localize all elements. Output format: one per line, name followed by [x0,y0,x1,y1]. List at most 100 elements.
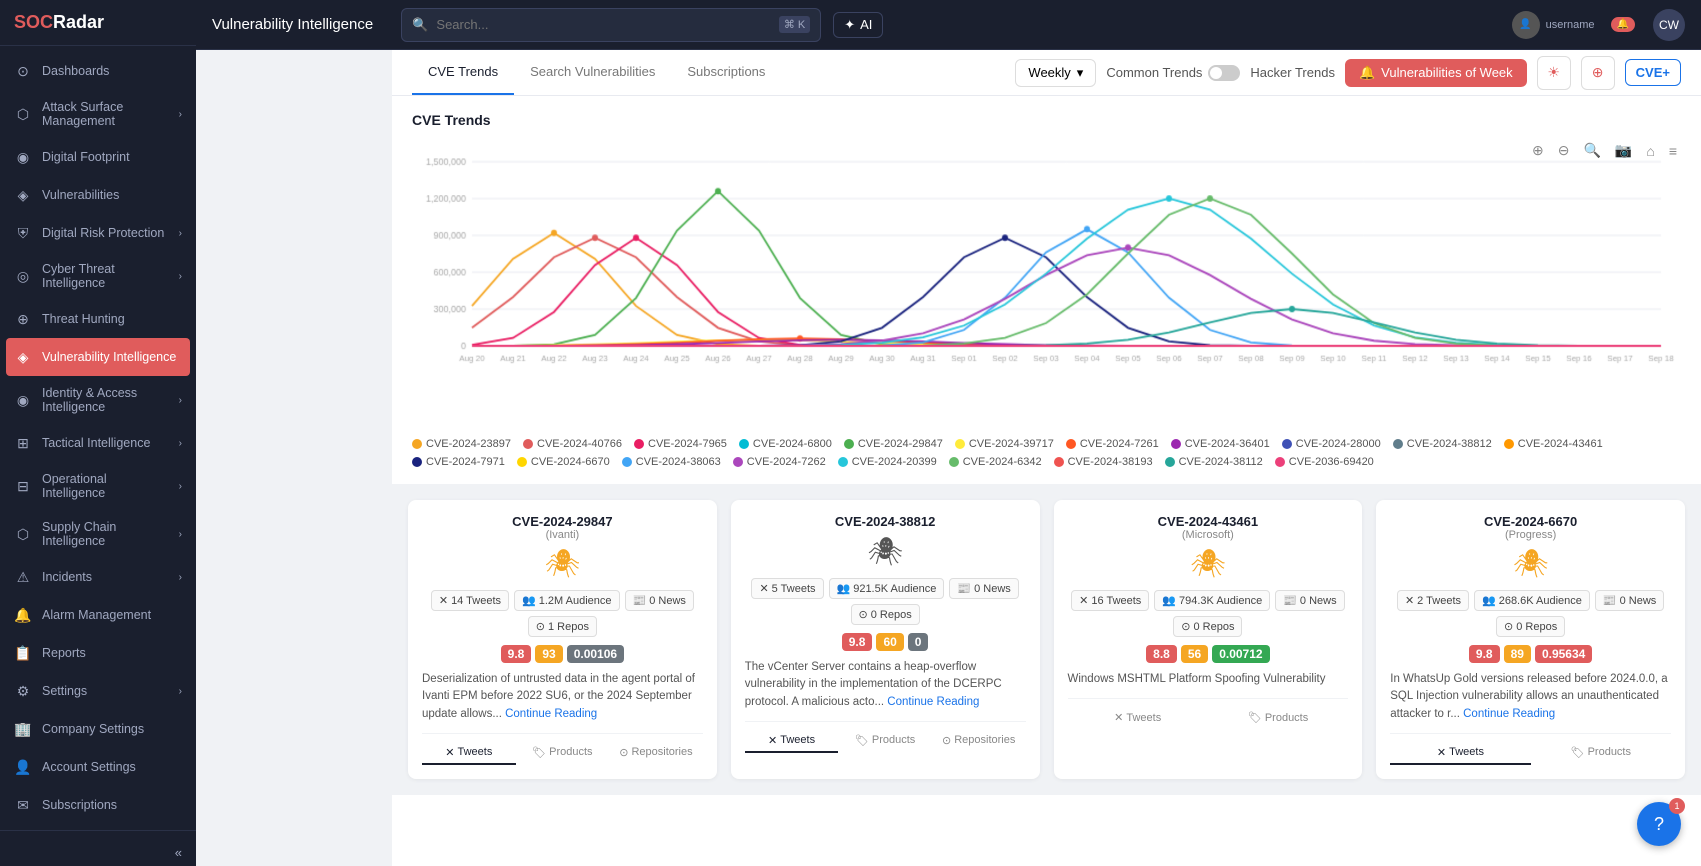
user-display[interactable]: 👤 username [1512,11,1595,39]
tab-search-vulns[interactable]: Search Vulnerabilities [514,50,671,95]
sidebar-item-vuln-intel[interactable]: ◈ Vulnerability Intelligence [6,338,190,376]
menu-btn[interactable]: ≡ [1665,140,1681,161]
legend-dot [1504,439,1514,449]
legend-item-CVE-2024-6342: CVE-2024-6342 [949,456,1042,468]
sidebar-collapse-btn[interactable]: « [0,839,196,866]
github-icon: ⊙ [859,608,868,621]
legend-dot [1165,457,1175,467]
sun-icon-button[interactable]: ☀ [1537,56,1571,90]
tab-subscriptions[interactable]: Subscriptions [671,50,781,95]
legend-dot [634,439,644,449]
search-input[interactable] [436,17,770,32]
footer-tab-tweets[interactable]: ✕ Tweets [1390,742,1530,765]
audience-badge: 👥 794.3K Audience [1154,590,1270,611]
zoom-select-btn[interactable]: 🔍 [1579,140,1604,161]
sidebar-item-threat-hunting[interactable]: ⊕ Threat Hunting [0,300,196,338]
people-icon: 👥 [1162,594,1176,607]
search-bar[interactable]: 🔍 ⌘ K [401,8,821,42]
cvss-score: 8.8 [1146,645,1177,663]
sidebar-item-digital-risk[interactable]: ⛨ Digital Risk Protection › [0,214,196,252]
tweets-badge: ✕ 14 Tweets [431,590,509,611]
sidebar-item-reports[interactable]: 📋 Reports [0,634,196,672]
news-icon: 📰 [957,582,971,595]
sidebar-item-attack-surface[interactable]: ⬡ Attack Surface Management › [0,90,196,138]
footer-tab-products[interactable]: 🏷 Products [516,742,610,765]
nav-label-threat-hunting: Threat Hunting [42,312,125,326]
footer-tab-tweets[interactable]: ✕ Tweets [745,730,839,753]
sidebar-item-cyber-threat[interactable]: ◎ Cyber Threat Intelligence › [0,252,196,300]
chart-controls: ⊕ ⊖ 🔍 📷 ⌂ ≡ [1528,140,1681,161]
x-icon: ✕ [1405,594,1414,607]
sidebar-item-tactical-intel[interactable]: ⊞ Tactical Intelligence › [0,424,196,462]
logo[interactable]: SOCRadar [0,0,196,46]
footer-tab-products[interactable]: 🏷 Products [1531,742,1671,765]
nav-arrow-settings: › [179,686,182,697]
footer-tab-tweets[interactable]: ✕ Tweets [422,742,516,765]
exploit-score: 0.00106 [567,645,624,663]
footer-tab-repositories[interactable]: ⊙ Repositories [609,742,703,765]
chat-widget[interactable]: ?1 [1637,802,1681,846]
cve-card-footer: ✕ Tweets🏷 Products⊙ Repositories [422,733,703,765]
period-select[interactable]: Weekly ▾ [1015,59,1096,87]
sidebar-item-subscriptions[interactable]: ✉ Subscriptions [0,786,196,824]
user-avatar[interactable]: 👤 [1512,11,1540,39]
sidebar-item-incidents[interactable]: ⚠ Incidents › [0,558,196,596]
footer-tab-products[interactable]: 🏷 Products [838,730,932,753]
nav-icon-supply-chain: ⬡ [14,525,32,543]
search-shortcut: ⌘ K [779,16,810,33]
ai-icon: ✦ [844,17,855,33]
footer-tab-repositories[interactable]: ⊙ Repositories [932,730,1026,753]
footer-tab-products[interactable]: 🏷 Products [1208,707,1348,730]
vulnerabilities-of-week-button[interactable]: 🔔 Vulnerabilities of Week [1345,59,1527,87]
legend-item-CVE-2024-20399: CVE-2024-20399 [838,456,937,468]
main-content: CVE TrendsSearch VulnerabilitiesSubscrip… [392,50,1701,866]
read-more-link[interactable]: Continue Reading [505,708,597,720]
legend-item-CVE-2024-38063: CVE-2024-38063 [622,456,721,468]
zoom-out-btn[interactable]: ⊖ [1554,140,1574,161]
read-more-link[interactable]: Continue Reading [1463,708,1555,720]
tabs-controls: Weekly ▾ Common Trends Hacker Trends 🔔 V… [1015,56,1681,90]
legend-dot [844,439,854,449]
notification-badge[interactable]: 🔔 [1611,17,1635,32]
cve-cards-section: CVE-2024-29847 (Ivanti) 🕷 ✕ 14 Tweets 👥 … [392,484,1701,795]
sidebar-item-digital-footprint[interactable]: ◉ Digital Footprint [0,138,196,176]
exploit-score: 0.00712 [1212,645,1269,663]
legend-dot [739,439,749,449]
cve-card-header: CVE-2024-43461 (Microsoft) 🕷 [1068,514,1349,580]
nav-label-cyber-threat: Cyber Threat Intelligence [42,262,169,290]
zoom-in-btn[interactable]: ⊕ [1528,140,1548,161]
sidebar-item-operational-intel[interactable]: ⊟ Operational Intelligence › [0,462,196,510]
nav-arrow-operational-intel: › [179,481,182,492]
chart-legend: CVE-2024-23897CVE-2024-40766CVE-2024-796… [412,438,1681,468]
tab-cve-trends[interactable]: CVE Trends [412,50,514,95]
plus-circle-icon-button[interactable]: ⊕ [1581,56,1615,90]
sidebar-item-account-settings[interactable]: 👤 Account Settings [0,748,196,786]
user-avatar-right[interactable]: CW [1653,9,1685,41]
cve-plus-button[interactable]: CVE+ [1625,59,1681,86]
nav-label-dashboards: Dashboards [42,64,109,78]
camera-btn[interactable]: 📷 [1611,140,1636,161]
legend-dot [1066,439,1076,449]
cve-card-CVE-2024-43461: CVE-2024-43461 (Microsoft) 🕷 ✕ 16 Tweets… [1054,500,1363,779]
sidebar-item-identity-access[interactable]: ◉ Identity & Access Intelligence › [0,376,196,424]
legend-item-CVE-2024-6670: CVE-2024-6670 [517,456,610,468]
sidebar-item-vulnerabilities[interactable]: ◈ Vulnerabilities [0,176,196,214]
legend-item-CVE-2024-28000: CVE-2024-28000 [1282,438,1381,450]
nav-icon-digital-risk: ⛨ [14,224,32,242]
read-more-link[interactable]: Continue Reading [887,696,979,708]
chart-section: CVE Trends ⊕ ⊖ 🔍 📷 ⌂ ≡ CVE-2024-23897CVE… [392,96,1701,484]
sidebar-item-dashboards[interactable]: ⊙ Dashboards [0,52,196,90]
footer-tab-tweets[interactable]: ✕ Tweets [1068,707,1208,730]
home-btn[interactable]: ⌂ [1642,140,1658,161]
sidebar-item-company-settings[interactable]: 🏢 Company Settings [0,710,196,748]
sidebar-item-alarm-mgmt[interactable]: 🔔 Alarm Management [0,596,196,634]
common-trends-toggle[interactable] [1208,65,1240,81]
footer-tab-icon: 🏷 [1571,746,1585,759]
sidebar-item-settings[interactable]: ⚙ Settings › [0,672,196,710]
epss-score: 93 [535,645,562,663]
cve-spider-icon: 🕷 [1068,547,1349,580]
news-badge: 📰 0 News [949,578,1018,599]
ai-button[interactable]: ✦ AI [833,12,883,38]
cve-id: CVE-2024-6670 [1390,514,1671,529]
sidebar-item-supply-chain[interactable]: ⬡ Supply Chain Intelligence › [0,510,196,558]
